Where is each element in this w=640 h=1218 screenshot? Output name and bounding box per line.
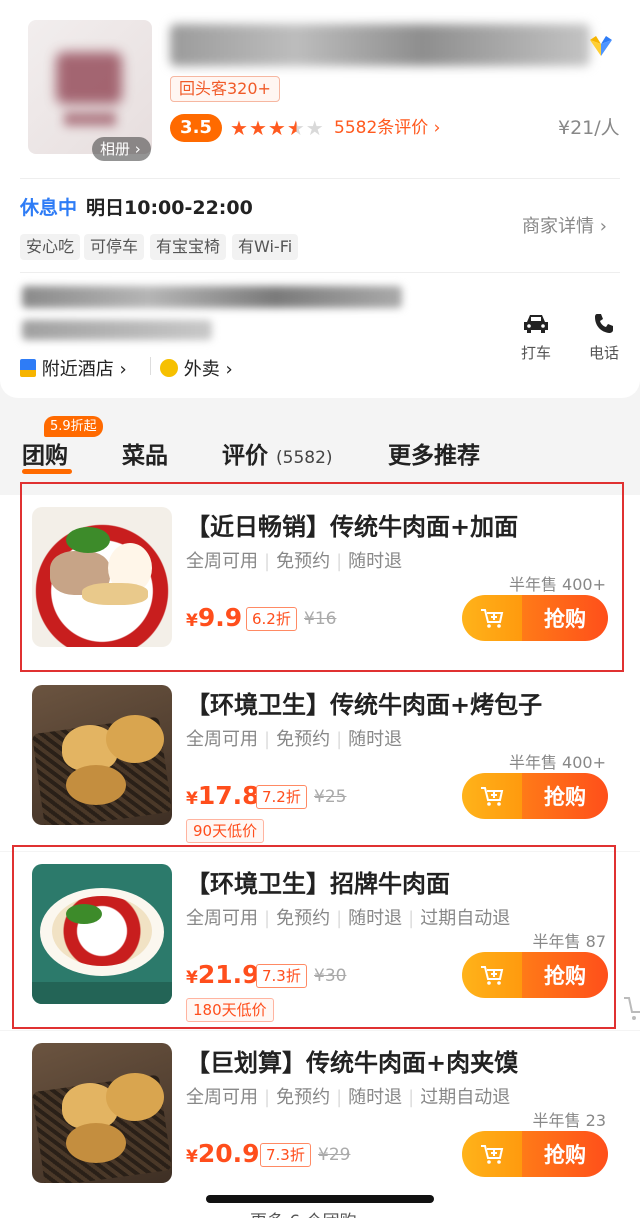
feature-tag: 全周可用 <box>186 729 258 750</box>
grab-deal-label[interactable]: 抢购 <box>522 773 608 819</box>
address-blurred-line2 <box>22 320 212 340</box>
discount-tag: 7.3折 <box>260 1143 311 1167</box>
business-hours: 明日10:00-22:00 <box>86 197 253 219</box>
buy-button[interactable]: 抢购 <box>462 1131 608 1177</box>
star-icon: ★ <box>248 116 268 140</box>
taxi-label: 打车 <box>520 344 551 362</box>
address-blurred[interactable] <box>22 286 402 308</box>
deal-price: ¥20.9 <box>186 1139 260 1168</box>
home-indicator <box>206 1195 434 1203</box>
status-label: 休息中 <box>20 197 78 219</box>
feature-tag: 全周可用 <box>186 1087 258 1108</box>
nearby-hotels-label: 附近酒店 <box>41 359 114 380</box>
rating-score: 3.5 <box>170 114 222 142</box>
phone-icon <box>595 314 613 333</box>
rating-stars: ★★★★★ <box>230 114 325 142</box>
star-icon: ★ <box>267 116 287 140</box>
tab-label: 菜品 <box>122 443 168 469</box>
reviews-link[interactable]: 5582条评价 › <box>334 114 440 142</box>
feature-tag: 过期自动退 <box>420 1087 511 1108</box>
divider <box>20 178 620 179</box>
half-star-icon: ★ <box>286 116 306 140</box>
merchant-details-link[interactable]: 商家详情 › <box>522 212 607 238</box>
tab-label: 评价 <box>222 443 268 469</box>
deal-card[interactable]: 【巨划算】传统牛肉面+肉夹馍 全周可用 | 免预约 | 随时退 | 过期自动退 半年售 23… <box>0 1031 640 1218</box>
chevron-right-icon: › <box>219 359 233 380</box>
star-empty-icon: ★ <box>305 116 325 140</box>
tab-dishes[interactable]: 菜品 <box>122 436 168 470</box>
store-name-blurred <box>170 24 590 66</box>
deal-price-value: 17.8 <box>197 781 260 810</box>
takeout-icon <box>160 359 178 377</box>
original-price: ¥29 <box>318 1145 351 1165</box>
merchant-details-label: 商家详情 <box>522 216 594 237</box>
car-icon <box>524 315 548 333</box>
takeout-label: 外卖 <box>183 359 220 380</box>
discount-tag: 7.2折 <box>256 785 307 809</box>
deal-image-buns <box>32 685 172 825</box>
divider <box>150 357 151 375</box>
deal-price-value: 20.9 <box>197 1139 260 1168</box>
chevron-right-icon: › <box>113 359 127 380</box>
highlight-box <box>12 845 616 1029</box>
add-to-cart-button[interactable] <box>462 773 522 819</box>
deal-price: ¥17.8 <box>186 781 260 810</box>
more-deals-link[interactable]: 更多 6 个团购 <box>250 1207 357 1218</box>
tab-label: 团购 <box>22 443 68 469</box>
feature-tag: 免预约 <box>276 729 331 750</box>
phone-label: 电话 <box>588 344 619 362</box>
facility-tag: 安心吃 <box>20 234 81 260</box>
tab-label: 更多推荐 <box>388 443 480 469</box>
deal-title: 【巨划算】传统牛肉面+肉夹馍 <box>186 1049 519 1077</box>
feature-tag: 随时退 <box>348 729 403 750</box>
takeout-link[interactable]: 外卖 › <box>160 355 233 381</box>
cart-plus-icon <box>481 787 504 806</box>
feature-tag: 免预约 <box>276 1087 331 1108</box>
cart-plus-icon <box>481 1145 504 1164</box>
price-per-person: ¥21/人 <box>558 117 620 139</box>
nearby-hotels-link[interactable]: 附近酒店 › <box>20 355 127 381</box>
tab-more-recommendations[interactable]: 更多推荐 <box>388 436 480 470</box>
low-price-tag: 90天低价 <box>186 819 265 843</box>
store-info-card: 相册 › 回头客320+ 3.5 ★★★★★ 5582条评价 › ¥21/人 休… <box>0 0 640 398</box>
chevron-right-icon: › <box>428 118 441 138</box>
album-label: 相册 <box>100 140 131 158</box>
store-logo[interactable] <box>28 20 152 154</box>
facility-tag: 可停车 <box>84 234 145 260</box>
group-buy-discount-badge: 5.9折起 <box>44 416 103 437</box>
repeat-customers-tag: 回头客320+ <box>170 76 280 102</box>
deal-title: 【环境卫生】传统牛肉面+烤包子 <box>186 691 543 719</box>
floating-cart-icon[interactable] <box>622 990 640 1024</box>
grab-deal-label[interactable]: 抢购 <box>522 1131 608 1177</box>
buy-button[interactable]: 抢购 <box>462 773 608 819</box>
deal-features: 全周可用 | 免预约 | 随时退 | 过期自动退 <box>186 1087 511 1108</box>
deal-image-buns <box>32 1043 172 1183</box>
feature-tag: 随时退 <box>348 1087 403 1108</box>
sales-count: 半年售 23 <box>532 1111 606 1130</box>
merchant-badge-icon <box>590 36 612 56</box>
phone-button[interactable]: 电话 <box>578 312 630 363</box>
original-price: ¥25 <box>314 787 347 807</box>
highlight-box <box>20 482 624 672</box>
album-button[interactable]: 相册 › <box>92 137 151 161</box>
active-tab-indicator <box>22 469 72 474</box>
facility-tag: 有宝宝椅 <box>150 234 227 260</box>
tab-reviews[interactable]: 评价 (5582) <box>222 436 333 470</box>
hotel-icon <box>20 359 36 377</box>
deal-card[interactable]: 【环境卫生】传统牛肉面+烤包子 全周可用 | 免预约 | 随时退 半年售 400+ ¥1… <box>0 673 640 851</box>
facility-tag: 有Wi-Fi <box>232 234 299 260</box>
tab-group-buy[interactable]: 团购 <box>22 436 68 470</box>
sales-count: 半年售 400+ <box>508 753 606 772</box>
deal-features: 全周可用 | 免预约 | 随时退 <box>186 729 403 750</box>
add-to-cart-button[interactable] <box>462 1131 522 1177</box>
review-count: (5582) <box>276 448 333 468</box>
chevron-right-icon: › <box>594 216 607 237</box>
taxi-button[interactable]: 打车 <box>510 312 562 363</box>
divider <box>20 272 620 273</box>
star-icon: ★ <box>230 116 249 140</box>
review-count: 5582条评价 <box>334 118 429 138</box>
chevron-right-icon: › <box>134 140 141 158</box>
